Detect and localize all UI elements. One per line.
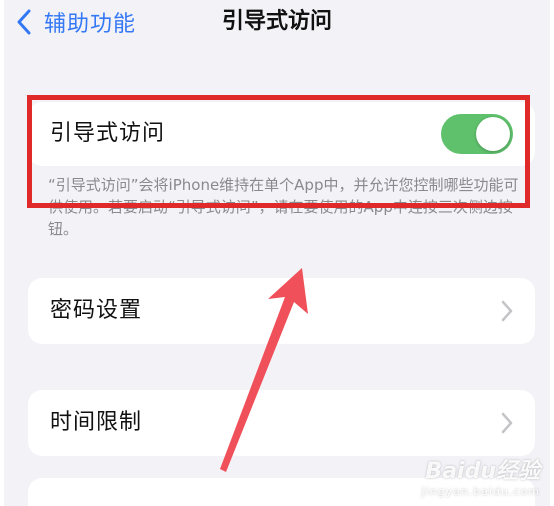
chevron-right-icon — [501, 412, 513, 434]
time-limits-row[interactable]: 时间限制 — [28, 390, 535, 456]
settings-screen: 辅助功能 引导式访问 引导式访问 “引导式访问”会将iPhone维持在单个App… — [4, 0, 550, 506]
watermark: Baidu经验 jingyan.baidu.com — [421, 453, 540, 498]
chevron-right-icon — [501, 300, 513, 322]
toggle-knob — [476, 117, 510, 151]
guided-access-row: 引导式访问 — [28, 102, 535, 166]
navigation-bar: 辅助功能 引导式访问 — [4, 0, 550, 50]
guided-access-description: “引导式访问”会将iPhone维持在单个App中，并允许您控制哪些功能可供使用。… — [48, 176, 519, 238]
passcode-settings-label: 密码设置 — [50, 298, 143, 323]
guided-access-toggle[interactable] — [441, 114, 513, 154]
time-limits-label: 时间限制 — [50, 410, 143, 435]
page-title: 引导式访问 — [221, 9, 332, 34]
watermark-logo: Baidu经验 — [425, 459, 540, 484]
watermark-url: jingyan.baidu.com — [421, 485, 540, 498]
passcode-settings-row[interactable]: 密码设置 — [28, 278, 535, 344]
guided-access-label: 引导式访问 — [50, 121, 166, 146]
